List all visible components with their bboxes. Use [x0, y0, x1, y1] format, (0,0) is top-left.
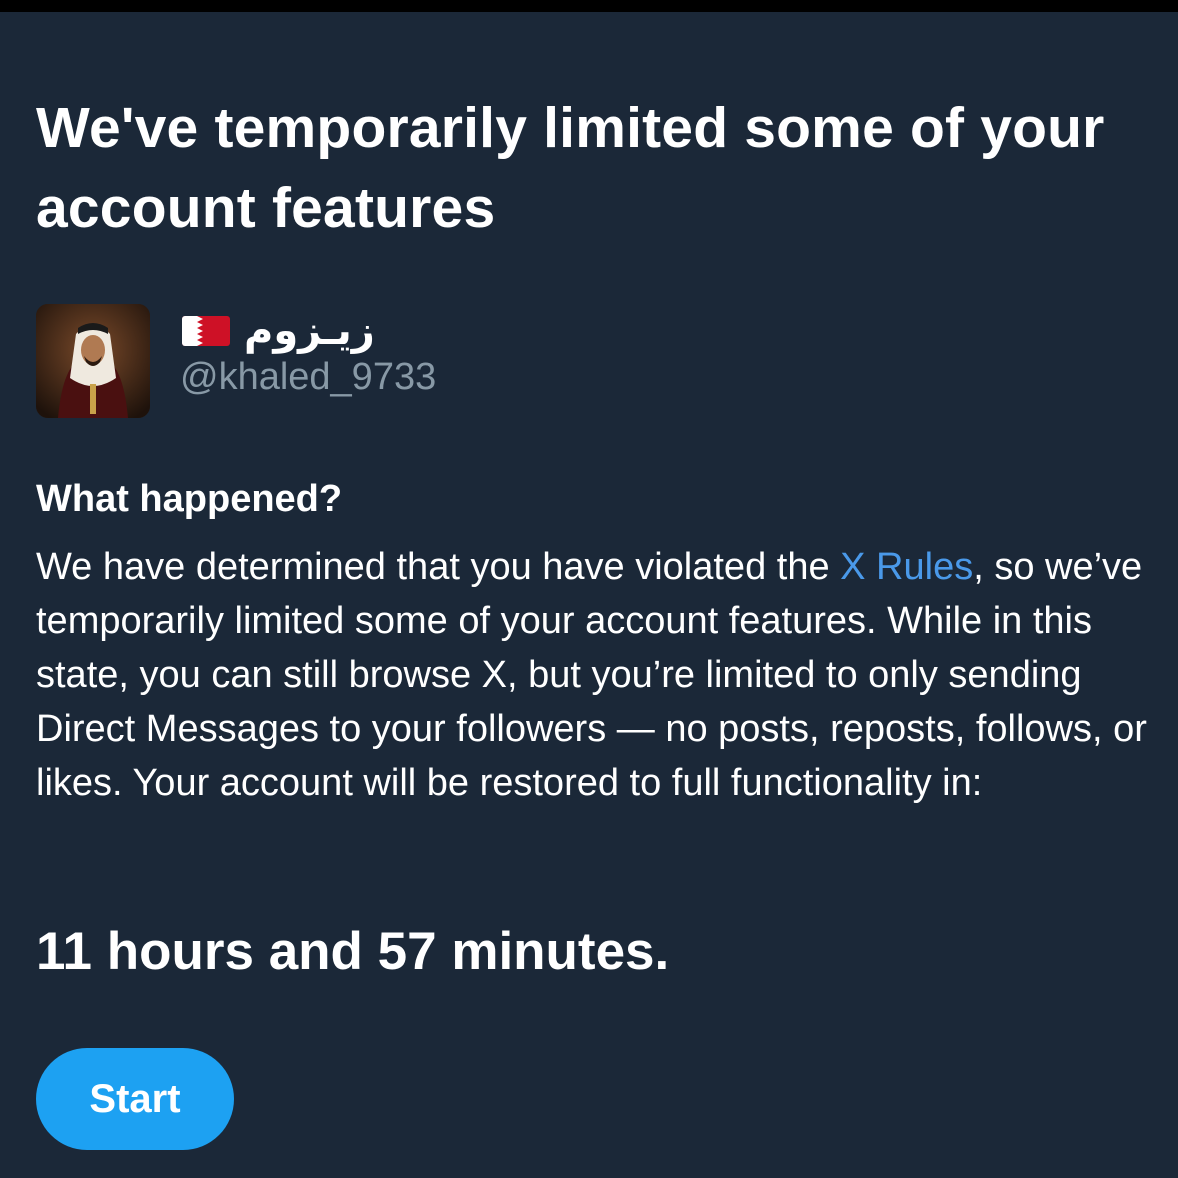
- account-display-name: زيـزوم: [182, 306, 375, 356]
- explanation-text: We have determined that you have violate…: [36, 540, 1156, 810]
- start-button[interactable]: Start: [36, 1048, 234, 1150]
- x-rules-link[interactable]: X Rules: [840, 546, 973, 588]
- page-title: We've temporarily limited some of your a…: [36, 96, 1105, 240]
- restriction-countdown: 11 hours and 57 minutes.: [36, 922, 670, 981]
- what-happened-heading: What happened?: [36, 478, 343, 520]
- avatar: [36, 304, 150, 418]
- bahrain-flag-icon: [182, 316, 230, 346]
- display-name-text: زيـزوم: [244, 309, 375, 353]
- account-handle: @khaled_9733: [180, 356, 437, 398]
- explanation-text-before-link: We have determined that you have violate…: [36, 546, 841, 588]
- status-bar-edge: [0, 0, 1178, 12]
- avatar-portrait-image: [36, 304, 150, 418]
